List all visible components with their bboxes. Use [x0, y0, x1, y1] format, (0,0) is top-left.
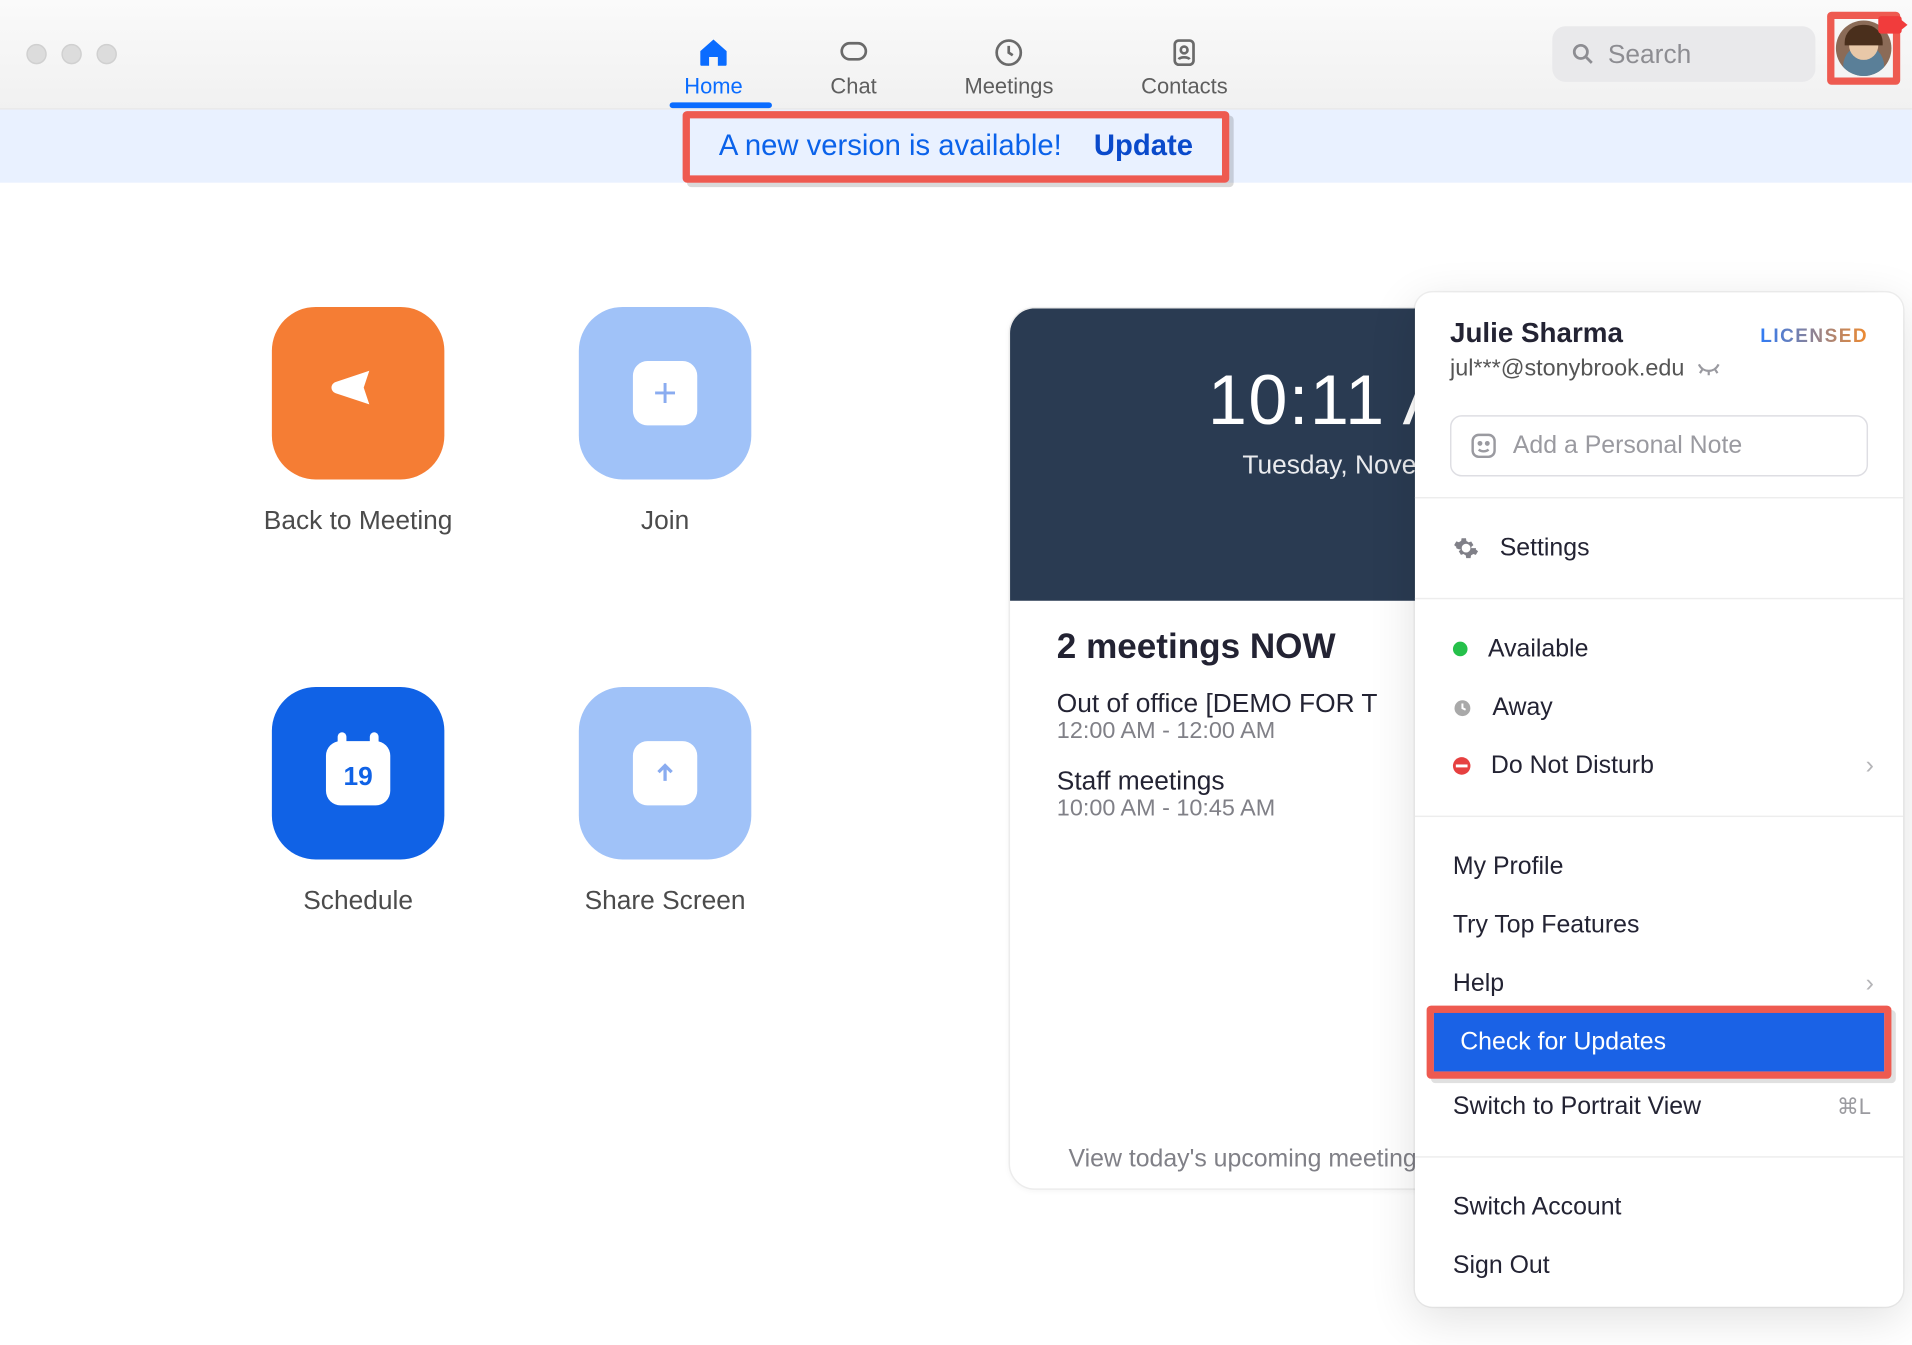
- menu-check-updates[interactable]: Check for Updates: [1434, 1013, 1884, 1071]
- action-label: Join: [641, 506, 689, 537]
- share-screen-button[interactable]: [579, 687, 751, 859]
- chevron-right-icon: ›: [1866, 751, 1874, 780]
- tab-contacts[interactable]: Contacts: [1141, 34, 1228, 109]
- view-upcoming-link[interactable]: View today's upcoming meetings (2): [1069, 1145, 1467, 1174]
- menu-status-dnd[interactable]: Do Not Disturb ›: [1415, 737, 1903, 795]
- menu-check-updates-highlight: Check for Updates: [1427, 1006, 1892, 1079]
- menu-my-profile[interactable]: My Profile: [1415, 838, 1903, 896]
- status-dnd-icon: [1453, 757, 1471, 775]
- action-share-screen: Share Screen: [512, 687, 819, 1067]
- camera-badge-icon: [1878, 16, 1901, 34]
- license-badge: LICENSED: [1760, 324, 1868, 346]
- tab-label: Meetings: [964, 75, 1053, 100]
- close-window-icon[interactable]: [26, 44, 46, 64]
- action-label: Schedule: [303, 886, 413, 917]
- action-back-to-meeting: Back to Meeting: [205, 307, 512, 687]
- calendar-icon: 19: [326, 741, 390, 805]
- maximize-window-icon[interactable]: [96, 44, 116, 64]
- update-banner: A new version is available! Update: [0, 110, 1912, 183]
- main-content: Back to Meeting + Join 19 Schedule: [0, 190, 1912, 1345]
- clock-icon: [990, 34, 1028, 72]
- tab-home[interactable]: Home: [684, 34, 742, 109]
- back-to-meeting-button[interactable]: [272, 307, 444, 479]
- tab-label: Chat: [830, 75, 876, 100]
- personal-note-input[interactable]: Add a Personal Note: [1450, 415, 1868, 476]
- status-away-icon: [1453, 698, 1472, 717]
- menu-portrait-view[interactable]: Switch to Portrait View ⌘L: [1415, 1077, 1903, 1135]
- profile-name: Julie Sharma: [1450, 319, 1623, 351]
- search-placeholder: Search: [1608, 39, 1691, 70]
- search-input[interactable]: Search: [1552, 26, 1815, 82]
- chat-icon: [835, 34, 873, 72]
- plus-icon: +: [633, 361, 697, 425]
- tab-meetings[interactable]: Meetings: [964, 34, 1053, 109]
- tab-label: Contacts: [1141, 75, 1228, 100]
- profile-menu: Julie Sharma LICENSED jul***@stonybrook.…: [1415, 292, 1903, 1306]
- banner-text: A new version is available!: [719, 129, 1062, 163]
- eye-closed-icon[interactable]: [1696, 361, 1722, 379]
- profile-avatar-button[interactable]: [1827, 12, 1900, 85]
- contacts-icon: [1165, 34, 1203, 72]
- minimize-window-icon[interactable]: [61, 44, 81, 64]
- menu-status-available[interactable]: Available: [1415, 620, 1903, 678]
- profile-email: jul***@stonybrook.edu: [1450, 357, 1868, 383]
- profile-header: Julie Sharma LICENSED jul***@stonybrook.…: [1415, 292, 1903, 397]
- menu-help[interactable]: Help ›: [1415, 954, 1903, 1012]
- nav-tabs: Home Chat Meetings Contacts: [684, 0, 1227, 108]
- home-actions: Back to Meeting + Join 19 Schedule: [205, 307, 819, 1067]
- search-icon: [1570, 41, 1596, 67]
- gear-icon: [1453, 535, 1479, 561]
- share-arrow-icon: [633, 741, 697, 805]
- tab-chat[interactable]: Chat: [830, 34, 876, 109]
- title-bar: Home Chat Meetings Contacts: [0, 0, 1912, 110]
- tab-label: Home: [684, 75, 742, 100]
- update-link[interactable]: Update: [1094, 129, 1193, 163]
- menu-status-away[interactable]: Away: [1415, 678, 1903, 736]
- window-controls: [26, 44, 117, 64]
- note-placeholder: Add a Personal Note: [1513, 431, 1742, 460]
- shortcut-label: ⌘L: [1837, 1093, 1871, 1119]
- status-available-icon: [1453, 642, 1468, 657]
- schedule-button[interactable]: 19: [272, 687, 444, 859]
- chevron-right-icon: ›: [1866, 969, 1874, 998]
- menu-switch-account[interactable]: Switch Account: [1415, 1178, 1903, 1236]
- update-banner-highlight: A new version is available! Update: [682, 110, 1229, 182]
- active-tab-indicator: [670, 102, 772, 108]
- menu-settings[interactable]: Settings: [1415, 519, 1903, 577]
- join-button[interactable]: +: [579, 307, 751, 479]
- menu-sign-out[interactable]: Sign Out: [1415, 1237, 1903, 1295]
- smiley-icon: [1469, 431, 1498, 460]
- action-join: + Join: [512, 307, 819, 687]
- action-label: Share Screen: [585, 886, 746, 917]
- home-icon: [694, 34, 732, 72]
- action-label: Back to Meeting: [264, 506, 453, 537]
- action-schedule: 19 Schedule: [205, 687, 512, 1067]
- menu-top-features[interactable]: Try Top Features: [1415, 896, 1903, 954]
